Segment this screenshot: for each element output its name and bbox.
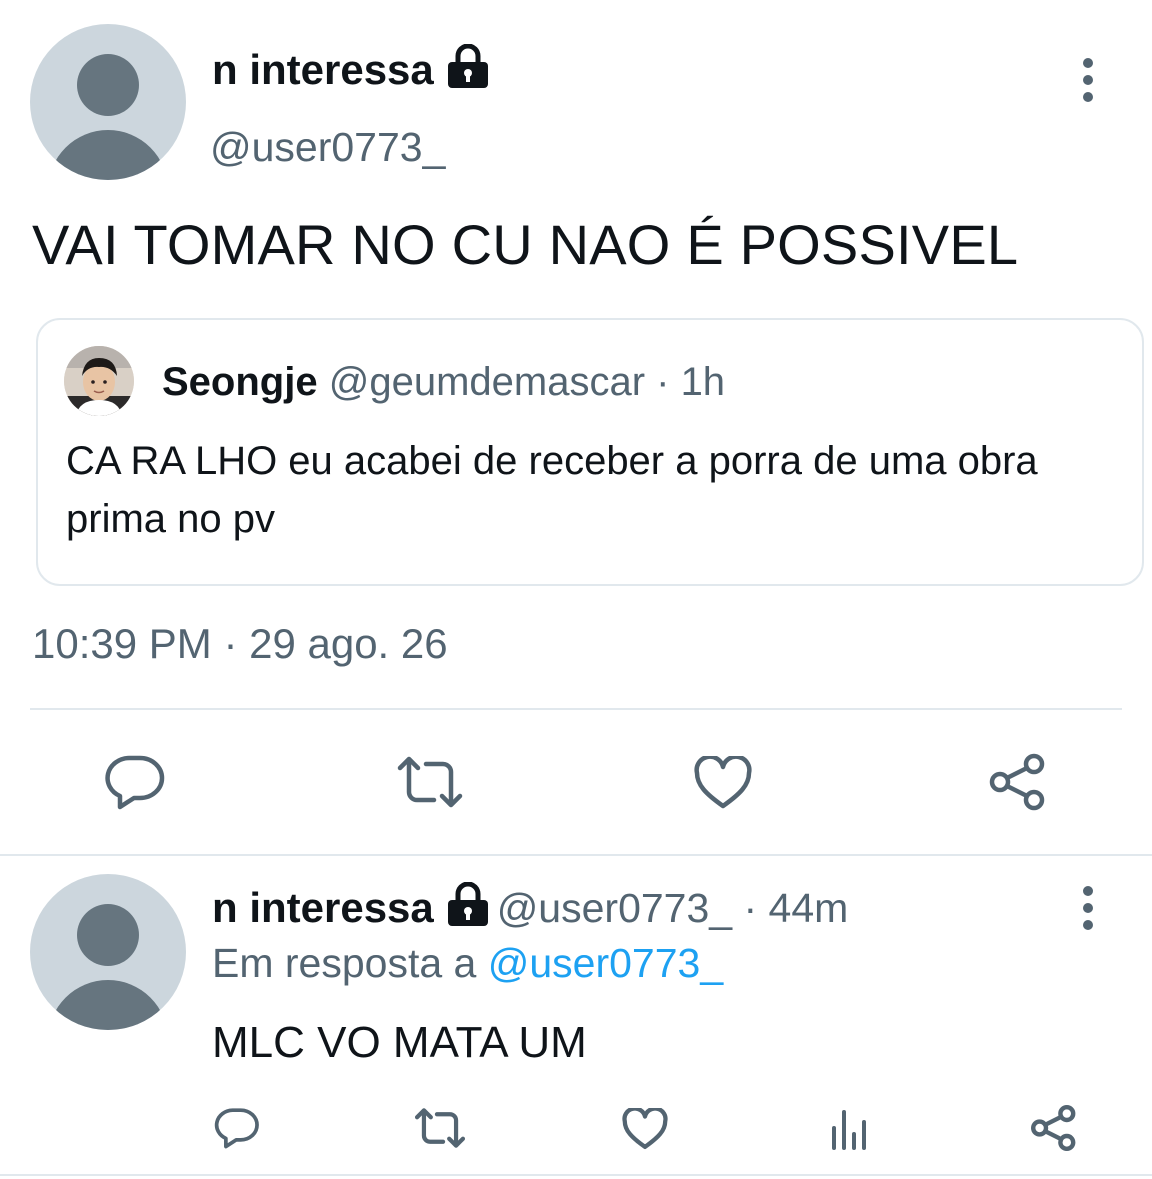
reply-icon[interactable]: [214, 1106, 260, 1150]
retweet-icon[interactable]: [414, 1108, 466, 1148]
share-icon[interactable]: [988, 752, 1048, 812]
separator: ·: [732, 885, 769, 931]
retweet-icon[interactable]: [396, 756, 464, 808]
author-name[interactable]: n interessa: [212, 46, 434, 93]
quoted-time: 1h: [680, 360, 726, 404]
author-handle[interactable]: @user0773_: [497, 885, 732, 931]
lock-icon: [444, 43, 492, 90]
avatar[interactable]: [64, 346, 134, 416]
divider: [0, 1174, 1152, 1176]
author-line: n interessa: [212, 43, 492, 94]
quoted-header: Seongje @geumdemascar · 1h: [162, 360, 725, 405]
author-line: n interessa @user0773_ · 44m: [212, 881, 849, 932]
tweet-text: VAI TOMAR NO CU NAO É POSSIVEL: [32, 213, 1019, 276]
divider: [0, 854, 1152, 856]
author-handle[interactable]: @user0773_: [210, 124, 445, 171]
in-reply-to: Em resposta a @user0773_: [212, 940, 723, 987]
quoted-author-handle: @geumdemascar: [328, 360, 646, 404]
tweet-text: MLC VO MATA UM: [212, 1018, 587, 1067]
tweet-timestamp[interactable]: 10:39 PM · 29 ago. 26: [32, 620, 448, 668]
mention-link[interactable]: @user0773_: [488, 940, 723, 986]
avatar[interactable]: [30, 874, 186, 1030]
heart-icon[interactable]: [694, 756, 752, 810]
analytics-icon[interactable]: [830, 1106, 870, 1150]
heart-icon[interactable]: [622, 1108, 668, 1150]
reply-icon[interactable]: [104, 754, 166, 810]
quoted-author-name: Seongje: [162, 360, 318, 404]
more-vertical-icon[interactable]: [1078, 886, 1098, 930]
reply-time[interactable]: 44m: [769, 885, 849, 931]
separator: ·: [645, 360, 681, 404]
more-vertical-icon[interactable]: [1078, 58, 1098, 102]
avatar[interactable]: [30, 24, 186, 180]
in-reply-prefix: Em resposta a: [212, 940, 488, 986]
author-name[interactable]: n interessa: [212, 884, 434, 931]
quoted-text: CA RA LHO eu acabei de receber a porra d…: [66, 439, 1038, 541]
share-icon[interactable]: [1030, 1104, 1078, 1152]
quoted-tweet[interactable]: Seongje @geumdemascar · 1h CA RA LHO eu …: [36, 318, 1144, 586]
divider: [30, 708, 1122, 710]
lock-icon: [444, 881, 492, 928]
